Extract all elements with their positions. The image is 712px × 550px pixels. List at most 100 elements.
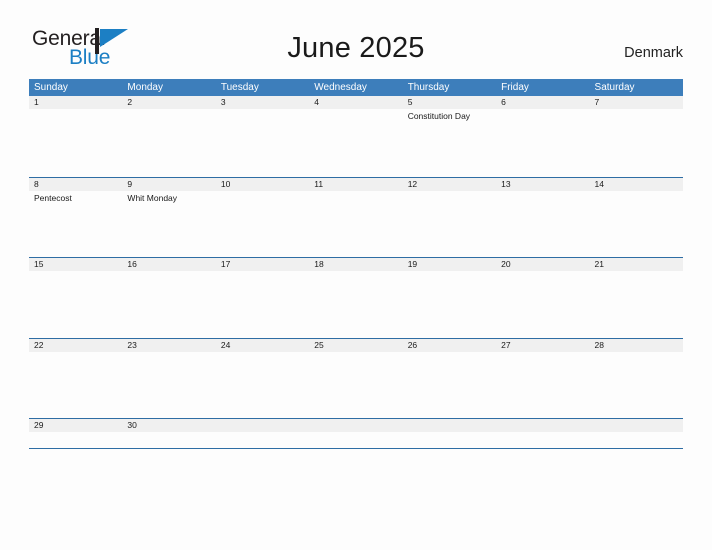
day-cell[interactable] bbox=[309, 109, 402, 122]
calendar-bottom-rule bbox=[29, 448, 683, 449]
day-cell bbox=[309, 432, 402, 434]
day-cell bbox=[496, 432, 589, 434]
day-number[interactable]: 11 bbox=[309, 178, 402, 191]
holiday-event-label: Whit Monday bbox=[127, 192, 178, 203]
day-cell[interactable] bbox=[309, 271, 402, 273]
day-cell[interactable] bbox=[496, 109, 589, 122]
day-cell[interactable] bbox=[403, 191, 496, 204]
day-cell bbox=[590, 432, 683, 434]
day-cell[interactable] bbox=[496, 191, 589, 204]
weekday-thursday: Thursday bbox=[407, 82, 450, 93]
day-number[interactable]: 2 bbox=[122, 96, 215, 109]
calendar-week-row: 15 16 17 18 19 20 21 bbox=[29, 257, 683, 338]
day-events-band bbox=[29, 271, 683, 273]
day-cell[interactable] bbox=[29, 432, 122, 434]
page-header: General Blue June 2025 Denmark bbox=[0, 0, 712, 69]
weekday-wednesday: Wednesday bbox=[314, 82, 367, 93]
day-cell[interactable] bbox=[309, 352, 402, 354]
day-number[interactable]: 30 bbox=[122, 419, 215, 432]
day-number[interactable]: 25 bbox=[309, 339, 402, 352]
day-number-empty bbox=[496, 419, 589, 432]
calendar-grid: Sunday Monday Tuesday Wednesday Thursday… bbox=[29, 79, 683, 449]
holiday-event-label: Constitution Day bbox=[407, 111, 471, 121]
day-events-band bbox=[29, 352, 683, 354]
day-events-band: Pentecost Whit Monday bbox=[29, 191, 683, 204]
day-cell[interactable] bbox=[122, 109, 215, 122]
day-number-band: 29 30 bbox=[29, 419, 683, 432]
day-cell[interactable] bbox=[590, 271, 683, 273]
day-number[interactable]: 21 bbox=[590, 258, 683, 271]
calendar-week-row: 1 2 3 4 5 6 7 Constitution Day bbox=[29, 96, 683, 177]
day-cell[interactable] bbox=[122, 352, 215, 354]
day-number[interactable]: 16 bbox=[122, 258, 215, 271]
day-number-empty bbox=[590, 419, 683, 432]
day-cell bbox=[216, 432, 309, 434]
day-number[interactable]: 3 bbox=[216, 96, 309, 109]
weekday-tuesday: Tuesday bbox=[220, 82, 259, 93]
day-cell[interactable] bbox=[590, 109, 683, 122]
weekday-saturday: Saturday bbox=[594, 82, 635, 93]
day-number[interactable]: 23 bbox=[122, 339, 215, 352]
day-cell[interactable] bbox=[216, 271, 309, 273]
weekday-monday: Monday bbox=[127, 82, 163, 93]
day-cell[interactable]: Constitution Day bbox=[403, 109, 496, 122]
day-number[interactable]: 24 bbox=[216, 339, 309, 352]
day-number[interactable]: 4 bbox=[309, 96, 402, 109]
day-cell[interactable] bbox=[122, 271, 215, 273]
day-number[interactable]: 13 bbox=[496, 178, 589, 191]
day-cell[interactable]: Pentecost bbox=[29, 191, 122, 204]
day-cell[interactable] bbox=[29, 109, 122, 122]
day-cell[interactable] bbox=[309, 191, 402, 204]
day-cell[interactable] bbox=[403, 271, 496, 273]
day-number-empty bbox=[403, 419, 496, 432]
day-number[interactable]: 10 bbox=[216, 178, 309, 191]
day-number[interactable]: 9 bbox=[122, 178, 215, 191]
day-events-band bbox=[29, 432, 683, 434]
day-number[interactable]: 7 bbox=[590, 96, 683, 109]
day-number[interactable]: 6 bbox=[496, 96, 589, 109]
day-cell[interactable] bbox=[590, 191, 683, 204]
day-number[interactable]: 8 bbox=[29, 178, 122, 191]
day-number-band: 15 16 17 18 19 20 21 bbox=[29, 258, 683, 271]
day-events-band: Constitution Day bbox=[29, 109, 683, 122]
day-number[interactable]: 15 bbox=[29, 258, 122, 271]
day-number[interactable]: 5 bbox=[403, 96, 496, 109]
day-number-empty bbox=[216, 419, 309, 432]
region-label: Denmark bbox=[624, 45, 683, 61]
day-number[interactable]: 20 bbox=[496, 258, 589, 271]
day-number[interactable]: 22 bbox=[29, 339, 122, 352]
day-number[interactable]: 26 bbox=[403, 339, 496, 352]
calendar-week-row: 29 30 bbox=[29, 418, 683, 448]
day-cell[interactable] bbox=[216, 191, 309, 204]
day-number[interactable]: 18 bbox=[309, 258, 402, 271]
day-number[interactable]: 27 bbox=[496, 339, 589, 352]
calendar-page: General Blue June 2025 Denmark Sunday Mo… bbox=[0, 0, 712, 550]
calendar-week-row: 8 9 10 11 12 13 14 Pentecost Whit Monday bbox=[29, 176, 683, 258]
day-number[interactable]: 14 bbox=[590, 178, 683, 191]
day-number[interactable]: 12 bbox=[403, 178, 496, 191]
day-cell[interactable] bbox=[216, 352, 309, 354]
day-cell[interactable] bbox=[29, 271, 122, 273]
day-number-empty bbox=[309, 419, 402, 432]
day-cell[interactable] bbox=[29, 352, 122, 354]
day-number[interactable]: 19 bbox=[403, 258, 496, 271]
day-number[interactable]: 1 bbox=[29, 96, 122, 109]
day-number[interactable]: 29 bbox=[29, 419, 122, 432]
day-number[interactable]: 28 bbox=[590, 339, 683, 352]
weekday-sunday: Sunday bbox=[34, 82, 68, 93]
holiday-event-label: Pentecost bbox=[34, 192, 72, 203]
day-number-band: 1234567 bbox=[29, 96, 683, 109]
day-cell[interactable]: Whit Monday bbox=[122, 191, 215, 204]
day-cell bbox=[403, 432, 496, 434]
day-cell[interactable] bbox=[122, 432, 215, 434]
day-cell[interactable] bbox=[216, 109, 309, 122]
day-cell[interactable] bbox=[403, 352, 496, 354]
day-cell[interactable] bbox=[496, 352, 589, 354]
calendar-week-row: 22 23 24 25 26 27 28 bbox=[29, 337, 683, 419]
day-cell[interactable] bbox=[496, 271, 589, 273]
calendar-weeks: 1 2 3 4 5 6 7 Constitution Day 8 9 10 11 12 13 14 Pente… bbox=[29, 96, 683, 448]
weekday-friday: Friday bbox=[501, 82, 529, 93]
day-cell[interactable] bbox=[590, 352, 683, 354]
day-number[interactable]: 17 bbox=[216, 258, 309, 271]
day-number-band: 8 9 10 11 12 13 14 bbox=[29, 177, 683, 191]
